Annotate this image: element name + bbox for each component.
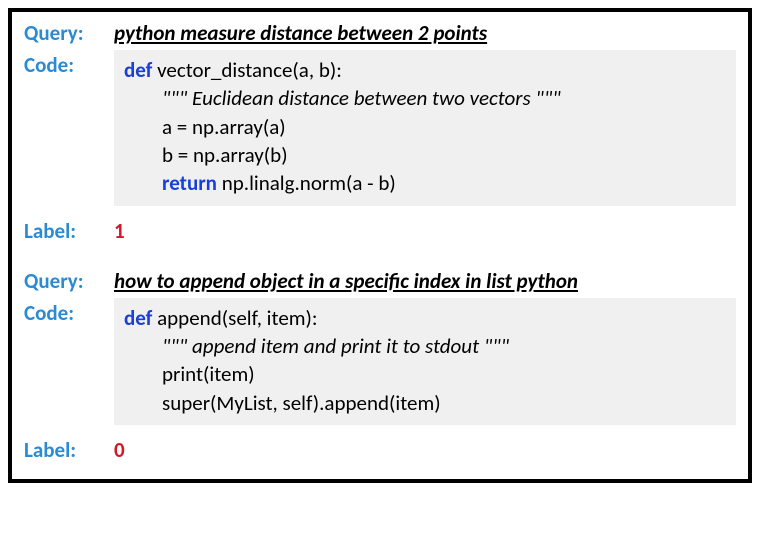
example-2-query-row: Query: how to append object in a specifi… xyxy=(24,266,736,294)
example-1-query-row: Query: python measure distance between 2… xyxy=(24,18,736,46)
query-field-label: Query: xyxy=(24,18,114,46)
code-docstring: """ append item and print it to stdout "… xyxy=(124,332,726,360)
example-2-code-row: Code: def append(self, item): """ append… xyxy=(24,298,736,431)
keyword-def: def xyxy=(124,305,152,331)
query-text: how to append object in a specific index… xyxy=(114,266,578,294)
example-2-label-row: Label: 0 xyxy=(24,435,736,463)
examples-container: Query: python measure distance between 2… xyxy=(8,8,752,483)
code-line-def: def append(self, item): xyxy=(124,304,726,332)
code-line: b = np.array(b) xyxy=(124,141,726,169)
code-return-rest: np.linalg.norm(a - b) xyxy=(217,170,396,196)
label-field-label: Label: xyxy=(24,216,114,244)
code-block: def vector_distance(a, b): """ Euclidean… xyxy=(114,50,736,206)
keyword-return: return xyxy=(162,170,217,196)
label-value: 1 xyxy=(114,216,125,244)
query-text: python measure distance between 2 points xyxy=(114,18,487,46)
code-signature: vector_distance(a, b): xyxy=(152,57,342,83)
code-line: a = np.array(a) xyxy=(124,113,726,141)
code-line-def: def vector_distance(a, b): xyxy=(124,56,726,84)
code-line: print(item) xyxy=(124,360,726,388)
label-value: 0 xyxy=(114,435,125,463)
label-field-label: Label: xyxy=(24,435,114,463)
code-line: super(MyList, self).append(item) xyxy=(124,389,726,417)
spacer xyxy=(24,248,736,266)
code-field-label: Code: xyxy=(24,50,114,78)
code-field-label: Code: xyxy=(24,298,114,326)
code-block: def append(self, item): """ append item … xyxy=(114,298,736,425)
example-1-label-row: Label: 1 xyxy=(24,216,736,244)
example-1-code-row: Code: def vector_distance(a, b): """ Euc… xyxy=(24,50,736,212)
code-signature: append(self, item): xyxy=(152,305,317,331)
code-docstring: """ Euclidean distance between two vecto… xyxy=(124,84,726,112)
code-line-return: return np.linalg.norm(a - b) xyxy=(124,169,726,197)
keyword-def: def xyxy=(124,57,152,83)
query-field-label: Query: xyxy=(24,266,114,294)
